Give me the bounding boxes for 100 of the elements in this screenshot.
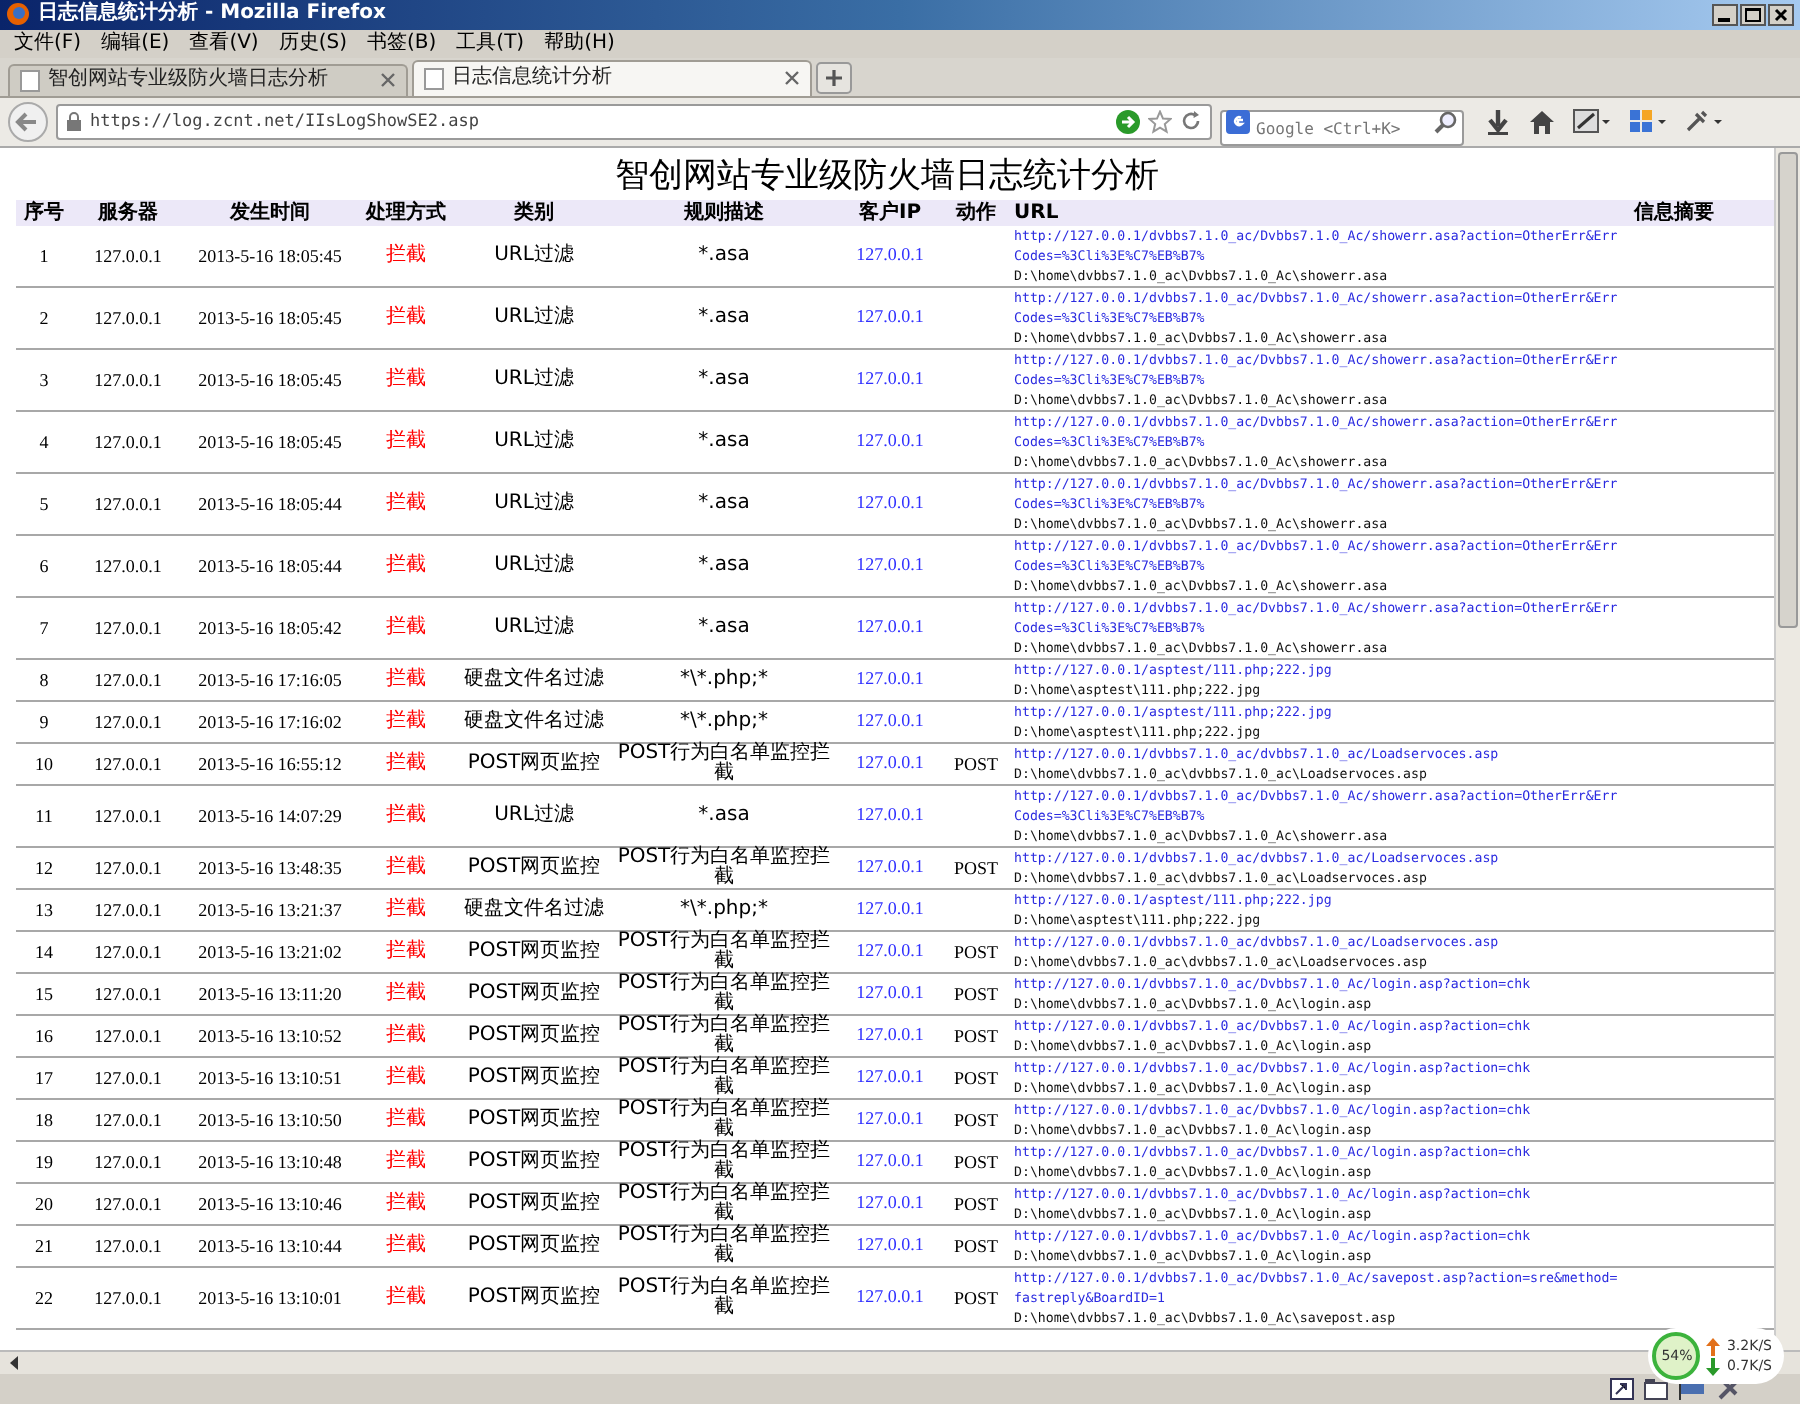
browser-tab[interactable]: 日志信息统计分析 (412, 59, 812, 96)
menu-item[interactable]: 文件(F) (14, 30, 82, 57)
table-cell: *\*.php;* (612, 700, 836, 743)
minimize-icon[interactable] (1712, 3, 1738, 26)
table-cell: POST行为白名单监控拦截 (612, 1098, 836, 1141)
client-ip-link[interactable]: 127.0.0.1 (856, 244, 924, 265)
table-cell: 拦截 (356, 700, 456, 743)
client-ip-link[interactable]: 127.0.0.1 (856, 1234, 924, 1255)
table-cell: *\*.php;* (612, 888, 836, 931)
client-ip-link[interactable]: 127.0.0.1 (856, 554, 924, 575)
table-cell: POST (944, 1140, 1008, 1183)
menu-item[interactable]: 查看(V) (189, 30, 259, 57)
download-arrow-icon (1706, 1357, 1721, 1375)
table-cell: *.asa (612, 225, 836, 287)
client-ip-link[interactable]: 127.0.0.1 (856, 898, 924, 919)
client-ip-link[interactable]: 127.0.0.1 (856, 306, 924, 327)
client-ip-link[interactable]: 127.0.0.1 (856, 668, 924, 689)
search-icon[interactable] (1434, 109, 1458, 134)
client-ip-link[interactable]: 127.0.0.1 (856, 1150, 924, 1171)
table-cell: 21 (16, 1224, 72, 1267)
tools-menu-icon[interactable] (1684, 107, 1724, 136)
client-ip-link[interactable]: 127.0.0.1 (856, 1192, 924, 1213)
client-ip-link[interactable]: 127.0.0.1 (856, 616, 924, 637)
client-ip-link[interactable]: 127.0.0.1 (856, 752, 924, 773)
table-cell: POST行为白名单监控拦截 (612, 742, 836, 785)
addon-icon[interactable] (1628, 107, 1668, 136)
close-icon[interactable] (1768, 3, 1794, 26)
home-icon[interactable] (1528, 107, 1556, 136)
new-tab-icon[interactable] (816, 61, 852, 94)
menu-item[interactable]: 工具(T) (456, 30, 525, 57)
search-engine-icon[interactable] (1226, 109, 1250, 134)
table-cell: POST行为白名单监控拦截 (612, 930, 836, 973)
table-cell: POST行为白名单监控拦截 (612, 1224, 836, 1267)
client-ip-link[interactable]: 127.0.0.1 (856, 492, 924, 513)
table-cell: 127.0.0.1 (72, 472, 184, 535)
table-cell: POST (944, 1266, 1008, 1329)
window-icon[interactable] (1610, 1378, 1634, 1401)
client-ip-link[interactable]: 127.0.0.1 (856, 430, 924, 451)
reload-icon[interactable] (1180, 110, 1202, 133)
horizontal-scrollbar[interactable] (0, 1350, 1800, 1375)
table-cell: POST (944, 1056, 1008, 1099)
table-cell: 22 (16, 1266, 72, 1329)
table-cell: 127.0.0.1 (72, 784, 184, 847)
tab-window-icon[interactable] (1644, 1378, 1668, 1401)
column-header: 序号 (16, 199, 72, 226)
table-cell: URL过滤 (456, 534, 612, 597)
window-title: 日志信息统计分析 - Mozilla Firefox (38, 2, 386, 27)
table-cell: 2013-5-16 13:21:02 (184, 930, 356, 973)
table-cell: 6 (16, 534, 72, 597)
table-cell: URL过滤 (456, 348, 612, 411)
go-icon[interactable] (1116, 109, 1140, 134)
column-header: 服务器 (72, 199, 184, 226)
table-cell: 2013-5-16 18:05:45 (184, 410, 356, 473)
client-ip-link[interactable]: 127.0.0.1 (856, 804, 924, 825)
vertical-scrollbar[interactable] (1774, 147, 1800, 1351)
table-cell: POST行为白名单监控拦截 (612, 1140, 836, 1183)
table-cell: 2013-5-16 13:10:01 (184, 1266, 356, 1329)
star-icon[interactable] (1148, 109, 1172, 134)
table-cell: 拦截 (356, 1014, 456, 1057)
client-ip-link[interactable]: 127.0.0.1 (856, 368, 924, 389)
table-cell: 2013-5-16 13:10:46 (184, 1182, 356, 1225)
scroll-left-icon[interactable] (6, 1354, 22, 1373)
table-cell: *.asa (612, 534, 836, 597)
menu-item[interactable]: 书签(B) (367, 30, 437, 57)
table-cell: 1 (16, 225, 72, 287)
page-icon (20, 69, 40, 92)
table-cell: POST网页监控 (456, 1266, 612, 1329)
table-cell: URL过滤 (456, 286, 612, 349)
table-cell: 拦截 (356, 888, 456, 931)
table-cell: 2013-5-16 13:10:50 (184, 1098, 356, 1141)
table-cell: 127.0.0.1 (72, 348, 184, 411)
table-cell: POST网页监控 (456, 1140, 612, 1183)
client-ip-link[interactable]: 127.0.0.1 (856, 856, 924, 877)
table-cell: POST网页监控 (456, 846, 612, 889)
client-ip-link[interactable]: 127.0.0.1 (856, 1024, 924, 1045)
menu-item[interactable]: 历史(S) (278, 30, 347, 57)
search-field[interactable]: Google <Ctrl+K> (1220, 110, 1464, 147)
table-cell: POST网页监控 (456, 1056, 612, 1099)
table-cell: POST (944, 742, 1008, 785)
table-cell: 2013-5-16 18:05:45 (184, 286, 356, 349)
menu-item[interactable]: 编辑(E) (101, 30, 170, 57)
back-icon[interactable] (8, 101, 48, 142)
table-cell: 拦截 (356, 1182, 456, 1225)
browser-tab[interactable]: 智创网站专业级防火墙日志分析 (8, 63, 408, 96)
client-ip-link[interactable]: 127.0.0.1 (856, 940, 924, 961)
client-ip-link[interactable]: 127.0.0.1 (856, 710, 924, 731)
table-cell: POST (944, 930, 1008, 973)
client-ip-link[interactable]: 127.0.0.1 (856, 1286, 924, 1307)
table-cell: 拦截 (356, 972, 456, 1015)
screenshot-tool-icon[interactable] (1572, 107, 1612, 136)
table-cell: 2013-5-16 18:05:44 (184, 472, 356, 535)
address-field[interactable]: https://log.zcnt.net/IIsLogShowSE2.asp (56, 103, 1212, 140)
client-ip-link[interactable]: 127.0.0.1 (856, 1066, 924, 1087)
client-ip-link[interactable]: 127.0.0.1 (856, 1108, 924, 1129)
download-icon[interactable] (1484, 107, 1512, 136)
client-ip-link[interactable]: 127.0.0.1 (856, 982, 924, 1003)
scroll-thumb[interactable] (1778, 151, 1798, 628)
maximize-icon[interactable] (1740, 3, 1766, 26)
table-cell: 2013-5-16 13:10:51 (184, 1056, 356, 1099)
menu-item[interactable]: 帮助(H) (544, 30, 615, 57)
